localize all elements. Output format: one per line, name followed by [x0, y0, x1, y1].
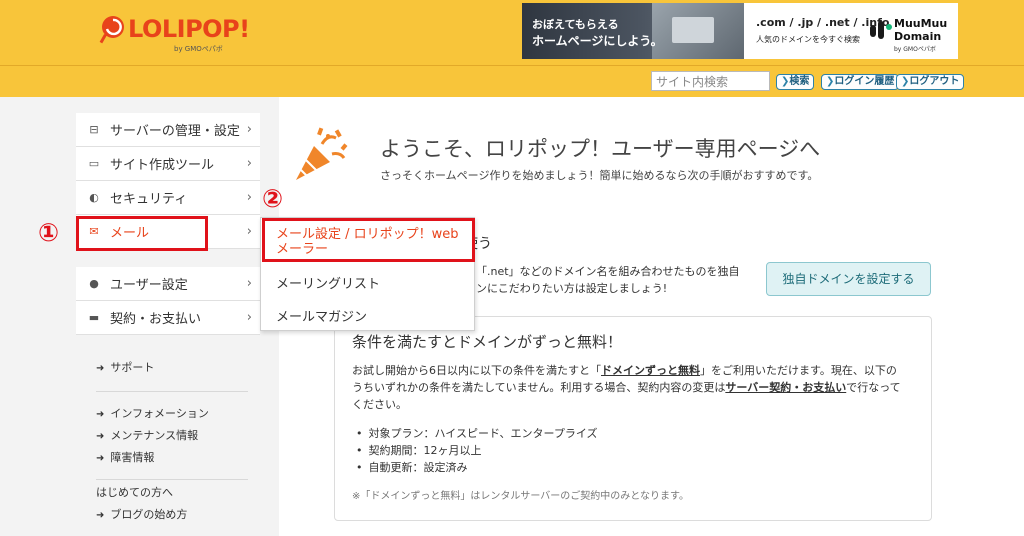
domain-card-text: 「.net」などのドメイン名を組み合わせたものを独自: [476, 265, 740, 278]
arrow-icon: ➜: [96, 409, 105, 420]
party-popper-icon: [296, 127, 348, 180]
maintenance-link[interactable]: ➜ メンテナンス情報: [76, 425, 260, 447]
condition-item: 契約期間：12ヶ月以上: [356, 442, 482, 458]
logo-text: LOLIPOP!: [128, 15, 250, 43]
set-domain-button[interactable]: 独自ドメインを設定する: [766, 262, 931, 296]
page-title: ようこそ、ロリポップ！ユーザー専用ページへ: [380, 137, 821, 161]
banner-line1: おぼえてもらえる: [532, 18, 619, 31]
free-domain-note: ※「ドメインずっと無料」はレンタルサーバーのご契約中のみとなります。: [352, 491, 689, 502]
step2-highlight-box: [262, 218, 475, 262]
sidebar-item-label: セキュリティ: [110, 192, 188, 207]
sidebar-item-label: サイト作成ツール: [110, 158, 215, 173]
banner-right: .com / .jp / .net / .info 人気のドメインを今すぐ検索 …: [744, 3, 958, 59]
blog-start-link[interactable]: ➜ ブログの始め方: [76, 504, 260, 526]
sidebar-item-user-settings[interactable]: ● ユーザー設定 ›: [76, 267, 260, 301]
banner-domains-sub: 人気のドメインを今すぐ検索: [756, 35, 860, 44]
user-icon: ●: [89, 277, 99, 290]
banner-line2: ホームページにしよう。: [532, 34, 663, 48]
arrow-icon: ➜: [96, 363, 105, 374]
step1-number: ①: [38, 218, 60, 247]
sidebar-links: ➜ サポート ➜ インフォメーション ➜ メンテナンス情報 ➜ 障害情報 はじめての方へ…: [76, 357, 260, 526]
banner-left: おぼえてもらえる ホームページにしよう。: [522, 3, 744, 59]
free-domain-paragraph: お試し開始から6日以内に以下の条件を満たすと「ドメインずっと無料」をご利用いただ…: [352, 364, 897, 377]
condition-item: 自動更新：設定済み: [356, 459, 468, 475]
domain-card-text: ンにこだわりたい方は設定しましょう!: [476, 282, 668, 295]
sidebar-item-label: サーバーの管理・設定: [110, 124, 240, 139]
condition-item: 対象プラン：ハイスピード、エンタープライズ: [356, 425, 598, 441]
submenu-item-mail-magazine[interactable]: メールマガジン: [261, 306, 474, 325]
free-domain-link[interactable]: ドメインずっと無料: [601, 364, 700, 377]
chevron-right-icon: ›: [246, 310, 252, 325]
search-button[interactable]: ❯検索: [776, 74, 815, 90]
banner-photo-image: [652, 3, 744, 59]
sidebar-item-contract[interactable]: ▬ 契約・お支払い ›: [76, 301, 260, 335]
arrow-icon: ➜: [96, 453, 105, 464]
step1-highlight-box: [76, 216, 208, 251]
chevron-right-icon: ›: [246, 156, 252, 171]
header-divider: [0, 65, 1024, 66]
arrow-icon: ➜: [96, 510, 105, 521]
sidebar-item-security[interactable]: ◐ セキュリティ ›: [76, 181, 260, 215]
shield-icon: ◐: [89, 191, 99, 204]
card-icon: ▬: [88, 311, 100, 324]
header: LOLIPOP! by GMOペパボ おぼえてもらえる ホームページにしよう。 …: [0, 0, 1024, 97]
free-domain-paragraph: うちいずれかの条件を満たしていません。利用する場合、契約内容の変更はサーバー契約…: [352, 381, 901, 394]
site-search-input[interactable]: サイト内検索: [651, 71, 770, 91]
beginners-label: はじめての方へ: [96, 486, 173, 499]
laptop-icon: ▭: [88, 157, 100, 170]
lolipop-logo[interactable]: LOLIPOP! by GMOペパボ: [98, 14, 250, 53]
muumuu-brand-sub: by GMOペパボ: [894, 46, 936, 53]
muumuu-brand: MuuMuu Domain: [894, 17, 948, 43]
information-link[interactable]: ➜ インフォメーション: [76, 403, 260, 425]
support-link[interactable]: ➜ サポート: [76, 357, 260, 379]
server-icon: ⊟: [89, 123, 99, 136]
logout-button[interactable]: ❯ログアウト: [896, 74, 965, 90]
logo-sub: by GMOペパボ: [174, 45, 223, 53]
sidebar-menu-2: ● ユーザー設定 › ▬ 契約・お支払い ›: [76, 267, 260, 335]
sidebar-item-site-tools[interactable]: ▭ サイト作成ツール ›: [76, 147, 260, 181]
lollipop-logo-icon: [99, 16, 124, 44]
chevron-right-icon: ›: [246, 122, 252, 137]
muumuu-banner[interactable]: おぼえてもらえる ホームページにしよう。 .com / .jp / .net /…: [522, 3, 958, 59]
free-domain-paragraph: ください。: [352, 398, 407, 411]
arrow-icon: ➜: [96, 431, 105, 442]
sidebar-item-label: 契約・お支払い: [110, 312, 202, 327]
submenu-item-mailing-list[interactable]: メーリングリスト: [261, 273, 474, 292]
chevron-right-icon: ›: [246, 190, 252, 205]
step2-number: ②: [262, 184, 284, 213]
sidebar-item-server[interactable]: ⊟ サーバーの管理・設定 ›: [76, 113, 260, 147]
chevron-right-icon: ›: [246, 224, 252, 239]
sidebar: ⊟ サーバーの管理・設定 › ▭ サイト作成ツール › ◐ セキュリティ › ✉…: [76, 97, 260, 536]
login-history-button[interactable]: ❯ログイン履歴: [821, 74, 900, 90]
sidebar-item-label: ユーザー設定: [110, 278, 188, 293]
failure-link[interactable]: ➜ 障害情報: [76, 447, 260, 469]
muumuu-logo-icon: [870, 21, 892, 39]
free-domain-title: 条件を満たすとドメインがずっと無料！: [352, 333, 623, 351]
chevron-right-icon: ›: [246, 276, 252, 291]
page-subtitle: さっそくホームページ作りを始めましょう！簡単に始めるなら次の手順がおすすめです。: [380, 169, 819, 182]
contract-payment-link[interactable]: サーバー契約・お支払い: [725, 381, 846, 394]
